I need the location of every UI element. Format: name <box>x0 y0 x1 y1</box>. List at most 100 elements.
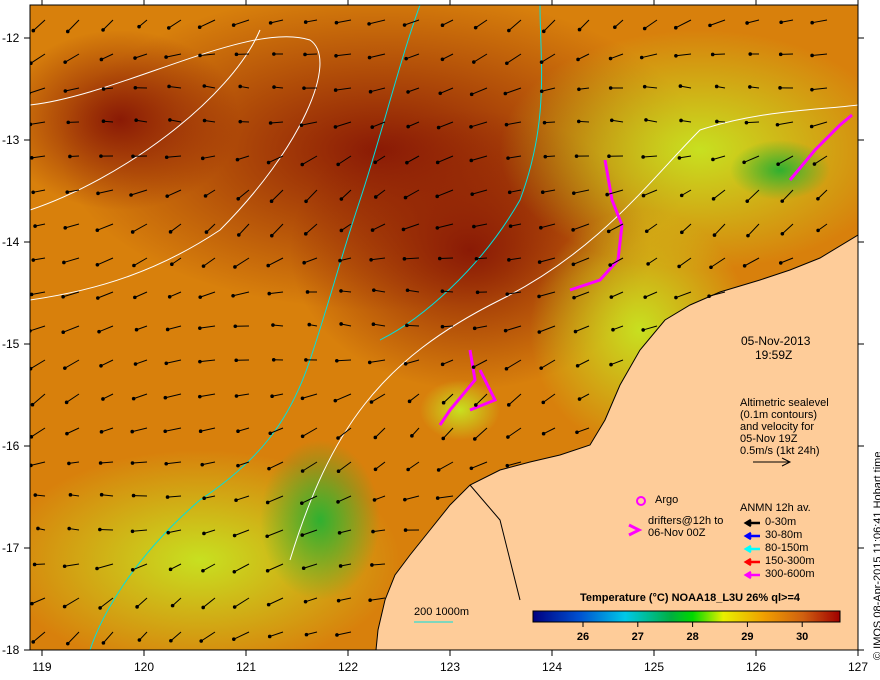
velocity-arrow-head <box>63 60 67 64</box>
velocity-arrow-head <box>748 52 753 56</box>
velocity-arrow-head <box>336 162 340 167</box>
velocity-arrow-head <box>62 604 67 609</box>
velocity-arrow-head <box>641 328 645 332</box>
velocity-arrow-head <box>236 233 241 237</box>
velocity-arrow-head <box>163 395 168 400</box>
velocity-arrow-head <box>441 436 446 441</box>
velocity-arrow-head <box>372 288 376 292</box>
x-tick-label: 127 <box>847 660 869 674</box>
velocity-arrow-head <box>335 358 339 363</box>
velocity-arrow-head <box>508 224 513 228</box>
velocity-arrow-head <box>97 329 101 334</box>
velocity-arrow-head <box>812 162 817 166</box>
anmn-title: ANMN 12h av. <box>740 502 811 514</box>
velocity-arrow-head <box>435 226 440 230</box>
velocity-arrow-head <box>335 633 339 637</box>
anmn-item-label: 80-150m <box>765 542 809 554</box>
velocity-arrow-head <box>474 256 479 261</box>
velocity-arrow-head <box>816 196 820 201</box>
velocity-arrow-head <box>236 463 240 468</box>
velocity-arrow-head <box>680 230 684 235</box>
velocity-arrow-head <box>31 28 36 33</box>
velocity-arrow-head <box>133 85 138 90</box>
velocity-arrow-head <box>543 154 548 159</box>
velocity-arrow-head <box>507 28 511 33</box>
velocity-arrow-head <box>133 295 137 300</box>
velocity-arrow-head <box>674 25 678 30</box>
velocity-arrow-head <box>266 263 271 268</box>
y-tick-label: -13 <box>2 133 20 147</box>
velocity-arrow-head <box>67 526 71 531</box>
velocity-arrow-head <box>609 362 613 367</box>
velocity-arrow-head <box>131 154 135 159</box>
velocity-arrow-head <box>304 199 308 204</box>
velocity-arrow-head <box>95 228 100 233</box>
velocity-arrow-head <box>711 157 715 162</box>
velocity-arrow-head <box>744 120 749 125</box>
velocity-arrow-head <box>68 493 73 497</box>
velocity-arrow-head <box>778 261 783 265</box>
credit-text: © IMOS 08-Apr-2015 11:06:41 Hobart time <box>872 451 880 660</box>
velocity-arrow-head <box>236 429 240 434</box>
velocity-arrow-head <box>613 25 617 29</box>
velocity-arrow-head <box>269 199 274 204</box>
velocity-arrow-head <box>169 638 173 643</box>
velocity-arrow-head <box>471 365 476 369</box>
velocity-arrow-head <box>31 258 36 262</box>
temperature-colorbar <box>532 610 841 623</box>
velocity-arrow-head <box>572 191 576 195</box>
velocity-arrow-head <box>745 21 749 25</box>
velocity-arrow-head <box>130 230 135 234</box>
velocity-arrow-head <box>300 396 305 401</box>
velocity-arrow-head <box>200 462 205 467</box>
velocity-arrow-head <box>639 55 644 60</box>
velocity-arrow-head <box>674 54 678 58</box>
velocity-arrow-head <box>469 92 474 97</box>
velocity-arrow-head <box>130 461 135 465</box>
velocity-arrow-head <box>101 397 105 401</box>
velocity-arrow-head <box>810 87 814 92</box>
velocity-arrow-head <box>303 20 308 24</box>
velocity-arrow-head <box>436 468 441 472</box>
anmn-item-label: 150-300m <box>765 555 815 567</box>
velocity-arrow-head <box>337 531 342 535</box>
velocity-arrow-head <box>62 260 66 265</box>
velocity-arrow-head <box>571 262 576 267</box>
velocity-arrow-head <box>98 461 103 465</box>
velocity-arrow-head <box>742 160 746 165</box>
velocity-arrow-head <box>373 467 378 472</box>
velocity-arrow-head <box>367 360 372 365</box>
velocity-arrow-head <box>303 52 307 57</box>
velocity-arrow-head <box>367 22 371 26</box>
velocity-arrow-head <box>539 225 543 230</box>
velocity-arrow-head <box>674 295 678 300</box>
velocity-arrow-head <box>611 327 615 332</box>
velocity-arrow-head <box>300 162 305 167</box>
velocity-arrow-head <box>646 262 650 266</box>
velocity-arrow-head <box>405 160 409 165</box>
velocity-arrow-head <box>438 91 443 96</box>
velocity-arrow-head <box>300 501 304 505</box>
velocity-arrow-head <box>574 154 579 158</box>
velocity-arrow-head <box>231 23 236 27</box>
y-tick-label: -14 <box>2 235 20 249</box>
velocity-arrow-head <box>63 366 67 370</box>
velocity-arrow-head <box>711 197 716 201</box>
velocity-arrow-head <box>573 329 578 334</box>
velocity-arrow-head <box>31 190 35 195</box>
velocity-arrow-head <box>268 121 273 125</box>
velocity-arrow-head <box>403 528 408 532</box>
velocity-arrow-head <box>95 566 99 571</box>
velocity-arrow-head <box>135 605 139 609</box>
velocity-arrow-head <box>232 605 237 609</box>
velocity-arrow-head <box>440 289 445 293</box>
velocity-arrow-head <box>197 25 202 30</box>
velocity-arrow-head <box>577 27 582 32</box>
velocity-arrow-head <box>505 463 510 468</box>
velocity-arrow-head <box>775 122 780 127</box>
velocity-arrow-head <box>537 294 541 299</box>
colorbar-tick-label: 26 <box>576 631 590 643</box>
velocity-arrow-head <box>402 23 407 27</box>
velocity-arrow-head <box>372 498 377 502</box>
velocity-arrow-head <box>233 265 237 269</box>
